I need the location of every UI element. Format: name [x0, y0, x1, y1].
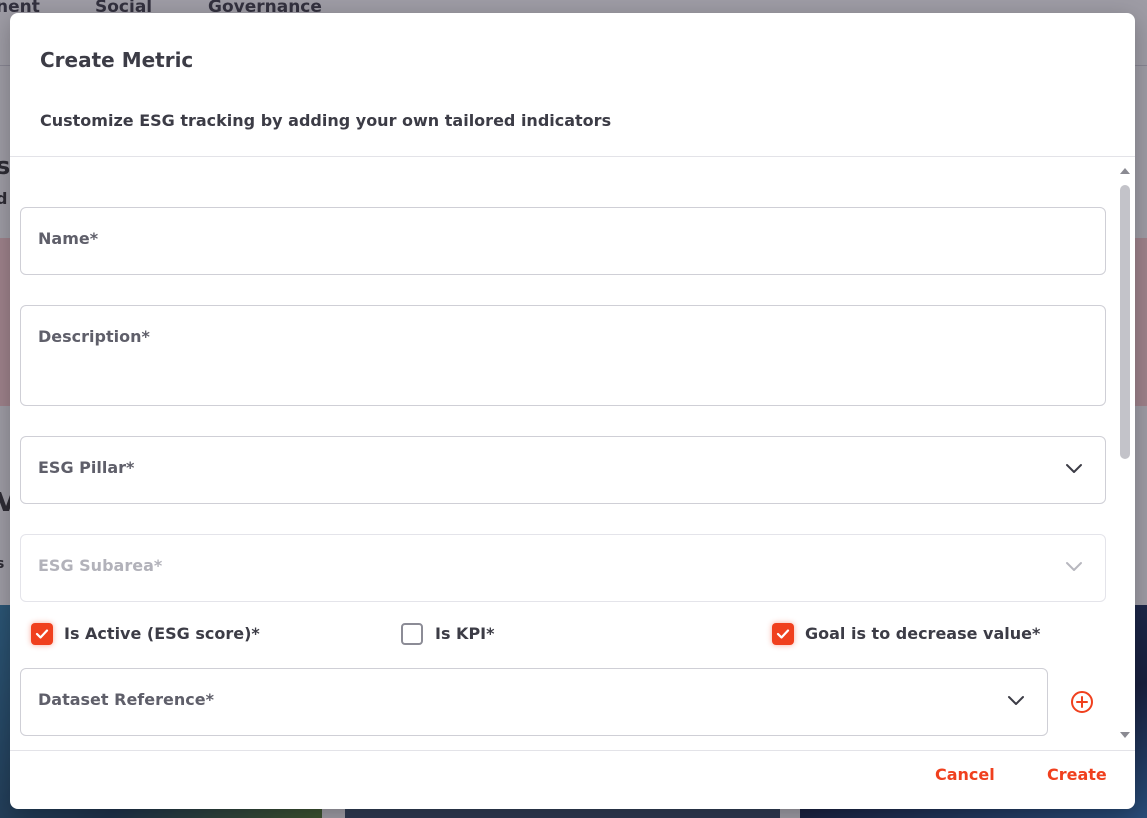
esg-subarea-label: ESG Subarea* — [38, 556, 163, 575]
checkbox-row: Is Active (ESG score)* Is KPI* Goal is t… — [10, 623, 1135, 649]
is-kpi-checkbox[interactable] — [401, 623, 423, 645]
dialog-title: Create Metric — [40, 48, 194, 72]
chevron-down-icon[interactable] — [1064, 461, 1084, 475]
checkmark-icon — [35, 629, 49, 639]
cancel-button[interactable]: Cancel — [935, 765, 995, 784]
checkmark-icon — [776, 629, 790, 639]
description-input-label: Description* — [38, 327, 150, 346]
goal-decrease-label[interactable]: Goal is to decrease value* — [805, 624, 1040, 643]
is-kpi-label[interactable]: Is KPI* — [435, 624, 495, 643]
scroll-down-arrow-icon[interactable] — [1119, 730, 1131, 740]
create-metric-dialog: Create Metric Customize ESG tracking by … — [10, 13, 1135, 809]
is-active-label[interactable]: Is Active (ESG score)* — [64, 624, 260, 643]
chevron-down-icon[interactable] — [1006, 693, 1026, 707]
is-active-checkbox[interactable] — [31, 623, 53, 645]
goal-decrease-checkbox[interactable] — [772, 623, 794, 645]
name-input-label: Name* — [38, 229, 99, 248]
dataset-reference-select[interactable]: Dataset Reference* — [20, 668, 1048, 736]
dialog-subtitle: Customize ESG tracking by adding your ow… — [40, 111, 612, 130]
scrollbar-thumb[interactable] — [1120, 185, 1130, 459]
header-divider — [10, 156, 1135, 157]
esg-pillar-label: ESG Pillar* — [38, 458, 135, 477]
description-textarea[interactable]: Description* — [20, 305, 1106, 406]
esg-pillar-select[interactable]: ESG Pillar* — [20, 436, 1106, 504]
name-input[interactable]: Name* — [20, 207, 1106, 275]
scroll-up-arrow-icon[interactable] — [1119, 166, 1131, 176]
dataset-reference-label: Dataset Reference* — [38, 690, 214, 709]
esg-subarea-select[interactable]: ESG Subarea* — [20, 534, 1106, 602]
chevron-down-icon — [1066, 562, 1082, 571]
create-button[interactable]: Create — [1047, 765, 1107, 784]
add-circle-icon[interactable] — [1070, 690, 1094, 714]
footer-divider — [10, 750, 1135, 751]
